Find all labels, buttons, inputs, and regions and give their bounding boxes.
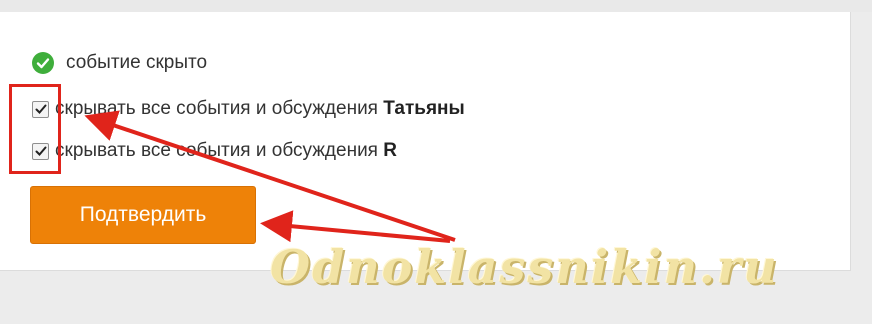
arrow-to-checkboxes	[84, 110, 456, 242]
arrow-to-confirm	[260, 210, 451, 243]
watermark: Odnoklassnikin.ru	[270, 240, 779, 294]
